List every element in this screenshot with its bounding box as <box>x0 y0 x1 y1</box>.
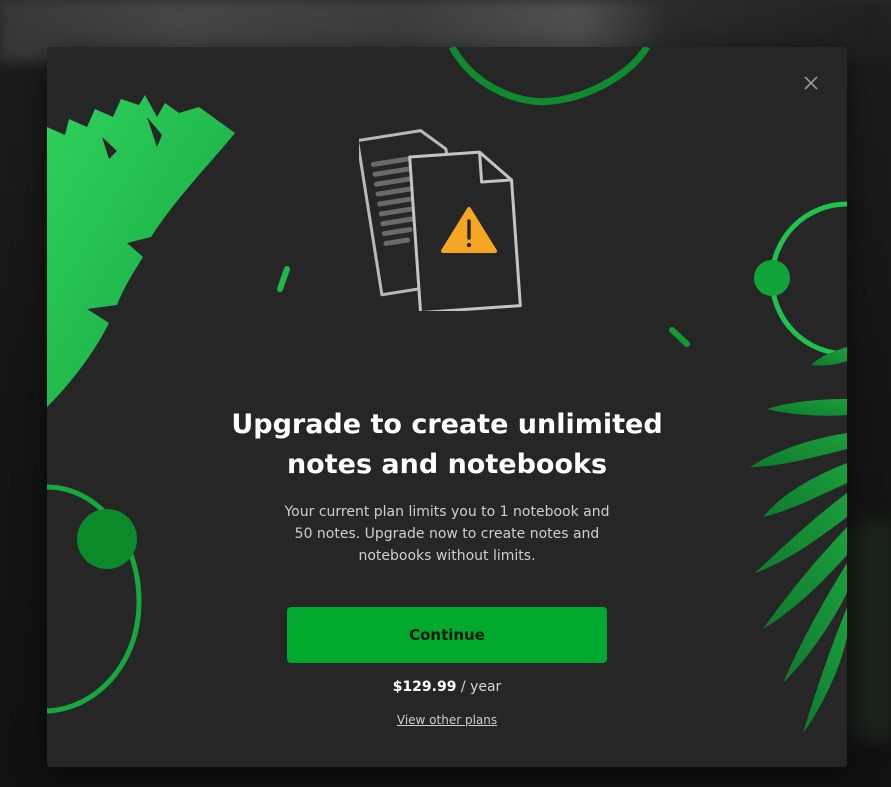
upgrade-dialog: Upgrade to create unlimited notes and no… <box>47 47 847 767</box>
continue-button[interactable]: Continue <box>287 607 607 663</box>
dialog-description: Your current plan limits you to 1 notebo… <box>284 504 610 564</box>
view-other-plans-link[interactable]: View other plans <box>347 711 547 729</box>
dialog-title: Upgrade to create unlimited notes and no… <box>231 409 663 480</box>
close-icon <box>804 76 818 90</box>
hero-illustration <box>355 121 535 315</box>
close-button[interactable] <box>799 71 823 95</box>
price-period: / year <box>456 679 502 695</box>
price-line: $129.99 / year <box>297 677 597 697</box>
documents-warning-icon <box>355 129 522 315</box>
price-amount: $129.99 <box>392 679 457 695</box>
